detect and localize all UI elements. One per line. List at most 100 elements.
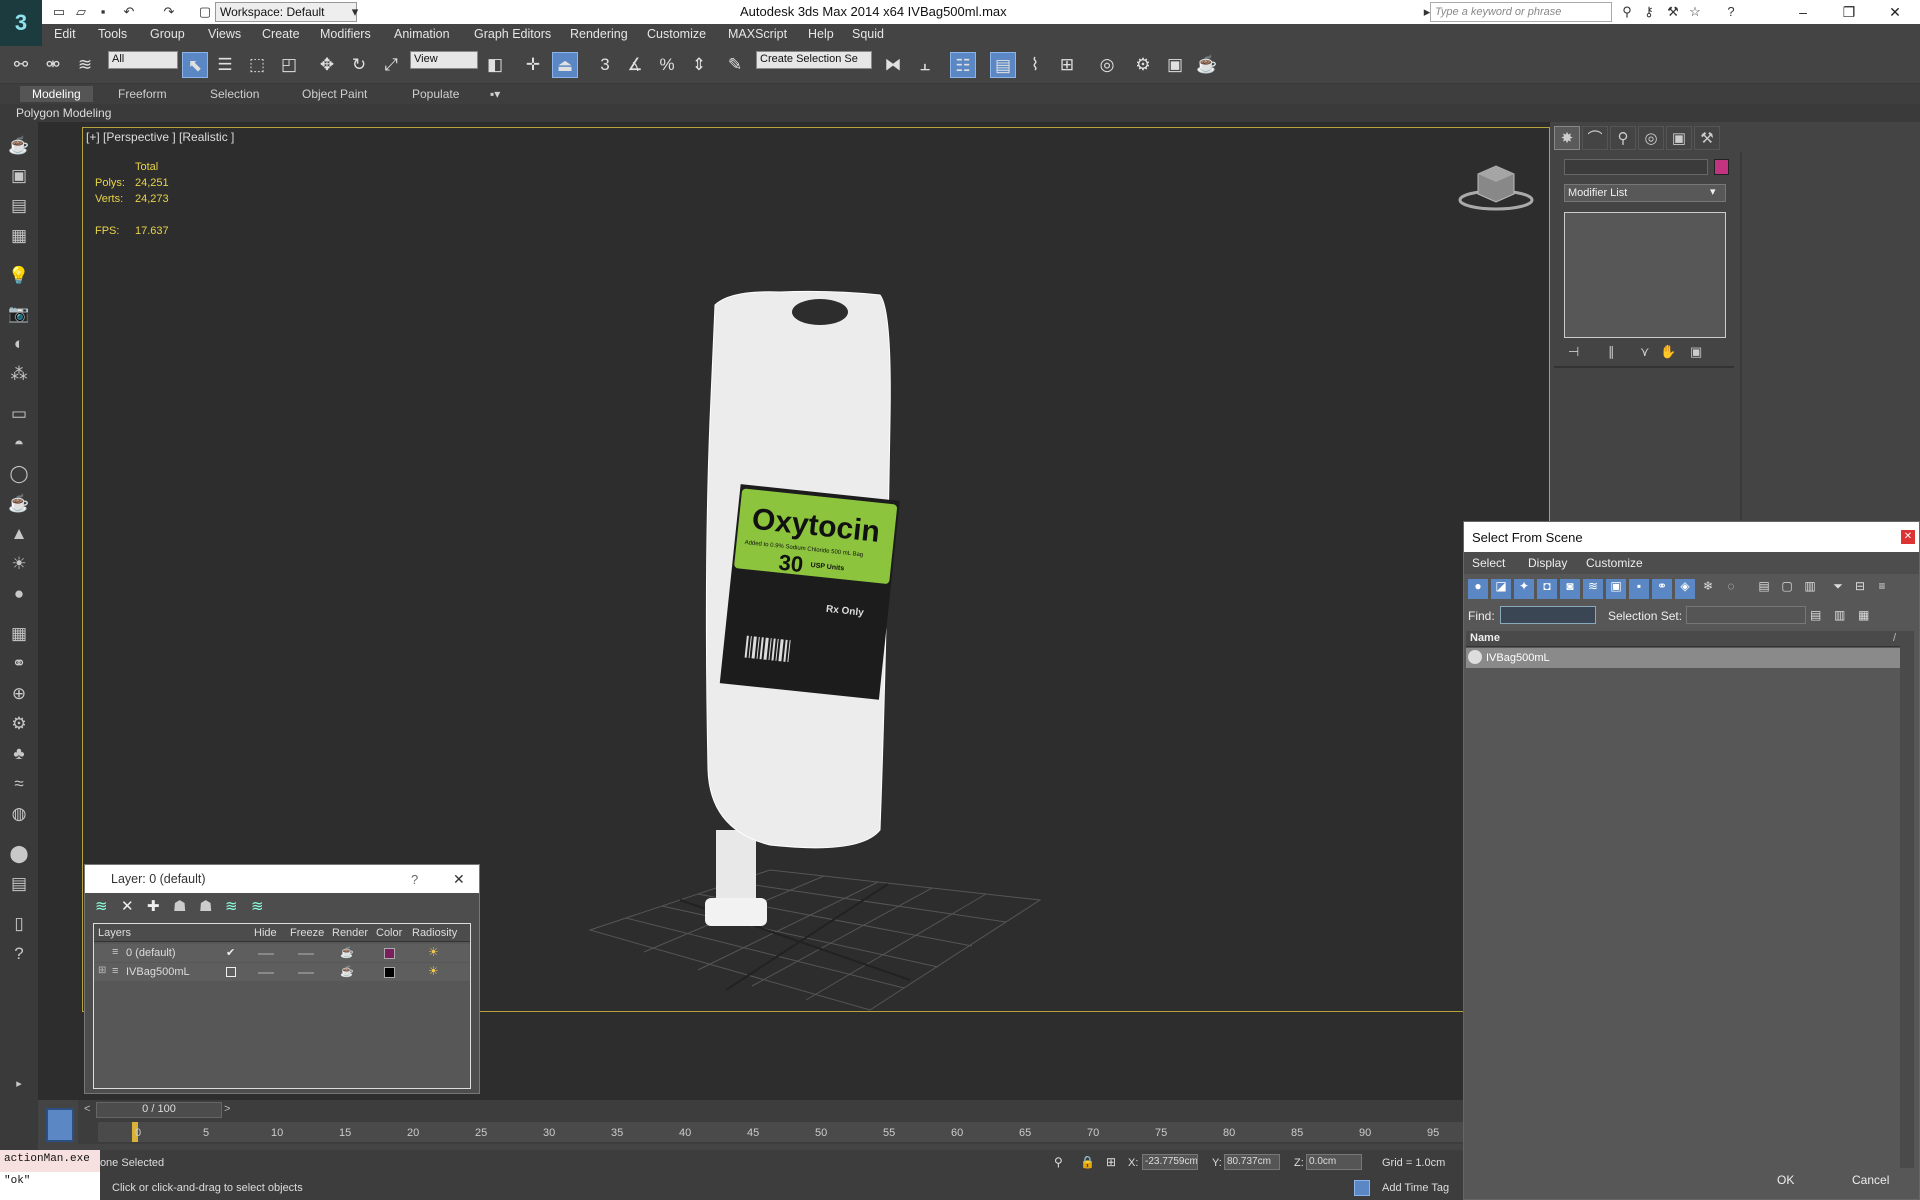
scrollbar[interactable] xyxy=(1900,631,1914,1168)
mini-curve-editor-button[interactable] xyxy=(46,1108,74,1142)
cone-icon[interactable]: ▲ xyxy=(6,522,32,546)
grid-object-icon[interactable]: ▦ xyxy=(6,622,32,646)
create-layer-icon[interactable]: ≋ xyxy=(95,897,108,915)
table-row[interactable]: ≡ 0 (default) ✔ ☕ ☀ xyxy=(94,944,470,962)
menu-help[interactable]: Help xyxy=(808,27,834,41)
menu-group[interactable]: Group xyxy=(150,27,185,41)
help-icon[interactable]: ? xyxy=(1722,3,1740,21)
display-containers-icon[interactable]: ◈ xyxy=(1675,579,1695,599)
key-icon[interactable]: ⚷ xyxy=(1640,3,1658,21)
app-logo-button[interactable]: 3 xyxy=(0,0,42,48)
rotate-icon[interactable]: ↻ xyxy=(346,52,372,78)
spinner-snap-icon[interactable]: ⇕ xyxy=(686,52,712,78)
redo-icon[interactable]: ↷ xyxy=(160,3,178,21)
menu-tools[interactable]: Tools xyxy=(98,27,127,41)
plane-icon[interactable]: ▭ xyxy=(6,402,32,426)
tools-icon[interactable]: ⚒ xyxy=(1664,3,1682,21)
rendered-frame-window-icon[interactable]: ▣ xyxy=(1162,52,1188,78)
object-name-field[interactable] xyxy=(1564,159,1708,175)
reference-coordinate-dropdown[interactable]: View xyxy=(410,51,478,69)
minimize-button[interactable]: – xyxy=(1780,0,1826,24)
bind-space-warp-icon[interactable]: ≋ xyxy=(72,52,98,78)
curve-editor-icon[interactable]: ⌇ xyxy=(1022,52,1048,78)
help-search-input[interactable]: Type a keyword or phrase xyxy=(1430,2,1612,22)
menu-select[interactable]: Select xyxy=(1472,556,1505,570)
column-render[interactable]: Render xyxy=(332,927,368,939)
configure-sets-icon[interactable]: ▣ xyxy=(1690,344,1702,360)
window-crossing-icon[interactable]: ◰ xyxy=(276,52,302,78)
list-item[interactable]: IVBag500mL xyxy=(1466,648,1900,668)
add-selection-set-icon[interactable]: ▤ xyxy=(1810,608,1821,622)
ribbon-options-icon[interactable]: ▪▾ xyxy=(490,87,500,101)
snaps-toggle-icon[interactable]: 3 xyxy=(592,52,618,78)
select-by-name-icon[interactable]: ☰ xyxy=(212,52,238,78)
workspace-dropdown[interactable]: Workspace: Default xyxy=(215,2,357,22)
utilities-tab-icon[interactable]: ⚒ xyxy=(1694,126,1720,150)
freeze-toggle[interactable] xyxy=(298,972,314,974)
new-file-icon[interactable]: ▭ xyxy=(50,3,68,21)
freeze-all-icon[interactable]: ≋ xyxy=(251,897,264,915)
delete-layer-icon[interactable]: ✕ xyxy=(121,897,134,915)
current-layer-check-icon[interactable]: ✔ xyxy=(226,946,235,959)
ok-button[interactable]: OK xyxy=(1777,1173,1794,1187)
scale-icon[interactable]: ⤢ xyxy=(378,52,404,78)
teapot-icon[interactable]: ☕ xyxy=(6,134,32,158)
open-file-icon[interactable]: ▱ xyxy=(72,3,90,21)
select-manipulate-icon[interactable]: ✛ xyxy=(520,52,546,78)
particles-icon[interactable]: ⁂ xyxy=(6,362,32,386)
menu-squid[interactable]: Squid xyxy=(852,27,884,41)
toggle-ribbon-icon[interactable]: ▤ xyxy=(990,52,1016,78)
tab-object-paint[interactable]: Object Paint xyxy=(302,87,367,101)
bone-icon[interactable]: ⚭ xyxy=(6,652,32,676)
hide-toggle[interactable] xyxy=(258,972,274,974)
display-frozen-icon[interactable]: ❄ xyxy=(1698,579,1718,599)
expand-icon[interactable]: ⊞ xyxy=(98,965,106,976)
freeze-toggle[interactable] xyxy=(298,953,314,955)
close-button[interactable]: ✕ xyxy=(1901,530,1915,544)
menu-edit[interactable]: Edit xyxy=(54,27,76,41)
expand-arrow-icon[interactable]: ▸ xyxy=(6,1072,32,1096)
render-setup-icon[interactable]: ⚙ xyxy=(1130,52,1156,78)
viewport-label[interactable]: [+] [Perspective ] [Realistic ] xyxy=(86,130,234,144)
sphere-render-icon[interactable]: ⬤ xyxy=(6,842,32,866)
time-slider-left-arrow[interactable]: < xyxy=(84,1103,90,1115)
time-tag-icon[interactable] xyxy=(1354,1180,1370,1196)
cancel-button[interactable]: Cancel xyxy=(1852,1173,1889,1187)
trash-icon[interactable]: ▯ xyxy=(6,912,32,936)
named-selection-set-dropdown[interactable]: Create Selection Se xyxy=(756,51,872,69)
edit-named-selection-icon[interactable]: ✎ xyxy=(722,52,748,78)
move-icon[interactable]: ✥ xyxy=(314,52,340,78)
shell-icon[interactable]: ◍ xyxy=(6,802,32,826)
layer-explorer-icon[interactable]: ☷ xyxy=(950,52,976,78)
radiosity-icon[interactable]: ☀ xyxy=(428,945,439,959)
angle-snap-icon[interactable]: ∡ xyxy=(622,52,648,78)
hide-all-icon[interactable]: ≋ xyxy=(225,897,238,915)
torus-icon[interactable]: ◯ xyxy=(6,462,32,486)
selection-filter-dropdown[interactable]: All xyxy=(108,51,178,69)
menu-maxscript[interactable]: MAXScript xyxy=(728,27,787,41)
column-freeze[interactable]: Freeze xyxy=(290,927,324,939)
teapot-primitive-icon[interactable]: ☕ xyxy=(6,492,32,516)
maximize-button[interactable]: ❐ xyxy=(1826,0,1872,24)
mirror-icon[interactable]: ⧓ xyxy=(880,52,906,78)
menu-modifiers[interactable]: Modifiers xyxy=(320,27,371,41)
highlight-layer-icon[interactable]: ☗ xyxy=(199,897,212,915)
gear-icon[interactable]: ⚙ xyxy=(6,712,32,736)
listener-line-output[interactable]: "ok" xyxy=(0,1172,100,1194)
remove-modifier-icon[interactable]: ✋ xyxy=(1660,344,1676,360)
time-slider[interactable]: 0 / 100 xyxy=(96,1102,222,1118)
keyboard-shortcut-override-icon[interactable]: ⏏ xyxy=(552,52,578,78)
select-objects-icon[interactable]: ☗ xyxy=(173,897,186,915)
remove-selection-set-icon[interactable]: ▦ xyxy=(1858,608,1869,622)
help-icon[interactable]: ? xyxy=(411,872,418,887)
lock-icon[interactable]: 🔒 xyxy=(1080,1155,1095,1169)
layer-color-swatch[interactable] xyxy=(384,948,395,959)
menu-customize[interactable]: Customize xyxy=(647,27,706,41)
render-production-icon[interactable]: ☕ xyxy=(1194,52,1220,78)
select-invert-icon[interactable]: ▥ xyxy=(1800,579,1820,599)
time-slider-right-arrow[interactable]: > xyxy=(224,1103,230,1115)
menu-display[interactable]: Display xyxy=(1528,556,1567,570)
make-unique-icon[interactable]: ⋎ xyxy=(1640,344,1650,360)
tab-freeform[interactable]: Freeform xyxy=(118,87,167,101)
create-tab-icon[interactable]: ✸ xyxy=(1554,126,1580,150)
